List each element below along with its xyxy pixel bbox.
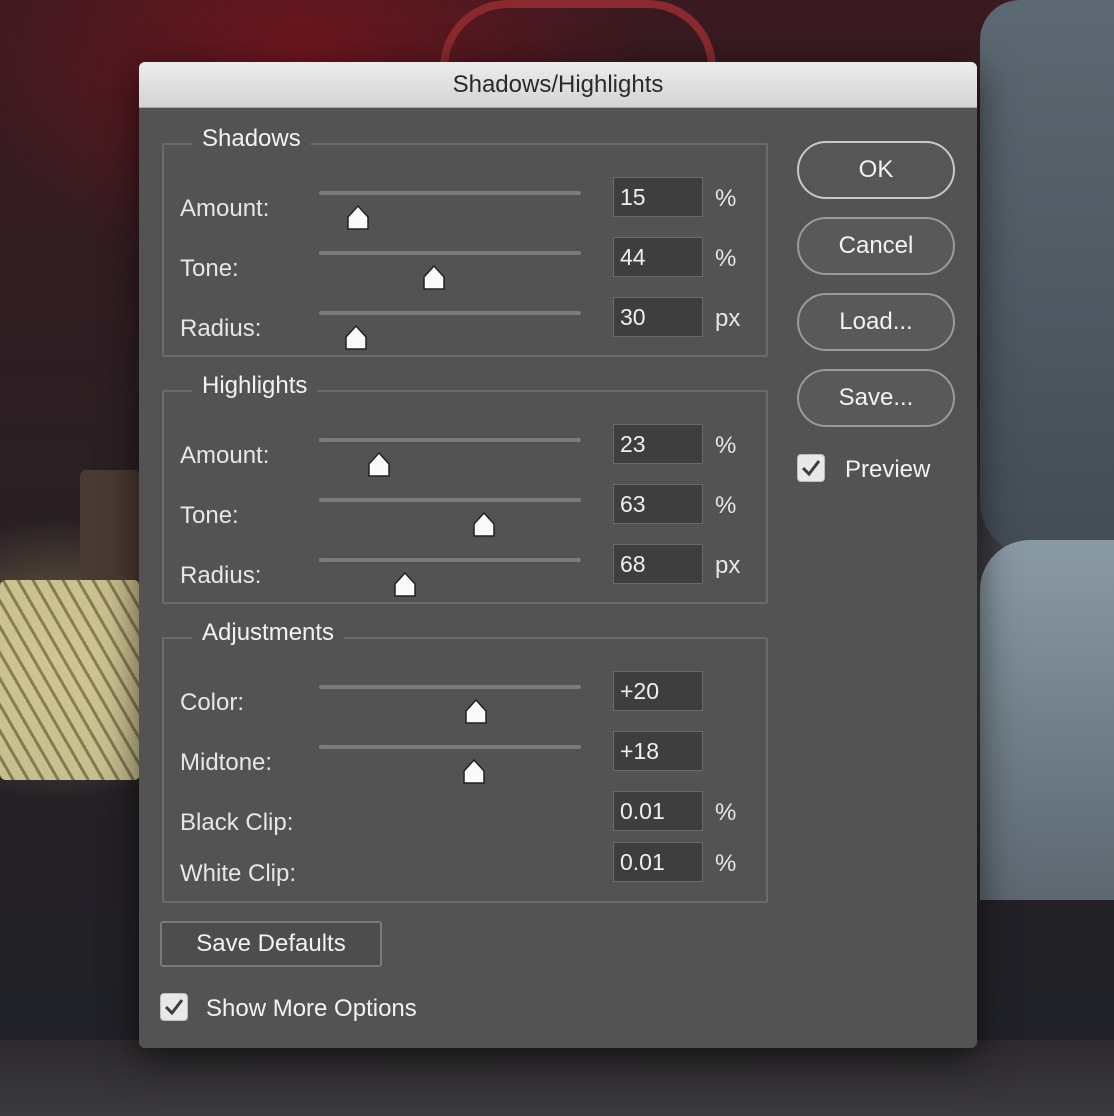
shadows-tone-thumb[interactable] <box>422 265 446 291</box>
adjustments-black-clip-input[interactable]: 0.01 <box>613 791 703 831</box>
highlights-tone-thumb[interactable] <box>472 512 496 538</box>
background-lamp-top <box>80 470 140 580</box>
highlights-amount-thumb[interactable] <box>367 452 391 478</box>
background-helmet <box>980 0 1114 560</box>
shadows-amount-label: Amount: <box>180 195 270 222</box>
adjustments-midtone-thumb[interactable] <box>462 759 486 785</box>
highlights-amount-slider[interactable] <box>319 438 581 477</box>
highlights-radius-input[interactable]: 68 <box>613 544 703 584</box>
show-more-options-checkbox[interactable] <box>160 993 188 1021</box>
preview-checkbox[interactable] <box>797 454 825 482</box>
checkmark-icon <box>164 999 184 1016</box>
highlights-radius-slider[interactable] <box>319 558 581 597</box>
adjustments-group-title: Adjustments <box>192 619 345 647</box>
adjustments-midtone-input[interactable]: +18 <box>613 731 703 771</box>
shadows-radius-label: Radius: <box>180 315 262 342</box>
background-lamp <box>0 580 140 780</box>
cancel-button[interactable]: Cancel <box>797 217 955 275</box>
shadows-tone-input[interactable]: 44 <box>613 237 703 277</box>
shadows-amount-row: Amount: 15 % <box>164 177 766 231</box>
shadows-tone-slider[interactable] <box>319 251 581 290</box>
highlights-amount-input[interactable]: 23 <box>613 424 703 464</box>
shadows-tone-unit: % <box>715 245 737 272</box>
load-button[interactable]: Load... <box>797 293 955 351</box>
adjustments-midtone-row: Midtone: +18 <box>164 731 766 785</box>
checkmark-icon <box>801 460 821 477</box>
highlights-group-title: Highlights <box>192 372 318 400</box>
shadows-amount-input[interactable]: 15 <box>613 177 703 217</box>
save-defaults-button[interactable]: Save Defaults <box>160 921 382 967</box>
shadows-group: Shadows Amount: 15 % Tone: 44 % Radius: … <box>162 125 768 357</box>
highlights-group: Highlights Amount: 23 % Tone: 63 % Radiu… <box>162 372 768 604</box>
highlights-amount-row: Amount: 23 % <box>164 424 766 478</box>
adjustments-group: Adjustments Color: +20 Midtone: +18 Blac… <box>162 619 768 903</box>
highlights-radius-thumb[interactable] <box>393 572 417 598</box>
shadows-radius-slider[interactable] <box>319 311 581 350</box>
highlights-tone-row: Tone: 63 % <box>164 484 766 538</box>
dialog-title[interactable]: Shadows/Highlights <box>139 62 977 108</box>
adjustments-color-row: Color: +20 <box>164 671 766 725</box>
shadows-amount-thumb[interactable] <box>346 205 370 231</box>
shadows-amount-slider[interactable] <box>319 191 581 230</box>
adjustments-color-slider[interactable] <box>319 685 581 724</box>
background-bottom <box>0 1040 1114 1116</box>
preview-label[interactable]: Preview <box>845 456 930 484</box>
shadows-group-title: Shadows <box>192 125 311 153</box>
adjustments-black-clip-unit: % <box>715 799 737 826</box>
adjustments-white-clip-unit: % <box>715 850 737 877</box>
save-button[interactable]: Save... <box>797 369 955 427</box>
ok-button[interactable]: OK <box>797 141 955 199</box>
background-face <box>980 540 1114 900</box>
shadows-radius-input[interactable]: 30 <box>613 297 703 337</box>
shadows-radius-unit: px <box>715 305 741 332</box>
highlights-amount-unit: % <box>715 432 737 459</box>
shadows-tone-label: Tone: <box>180 255 239 282</box>
show-more-options-label[interactable]: Show More Options <box>206 995 417 1023</box>
highlights-amount-label: Amount: <box>180 442 270 469</box>
highlights-tone-slider[interactable] <box>319 498 581 537</box>
highlights-tone-label: Tone: <box>180 502 239 529</box>
adjustments-midtone-label: Midtone: <box>180 749 273 776</box>
adjustments-color-label: Color: <box>180 689 245 716</box>
adjustments-black-clip-row: Black Clip: 0.01 % <box>164 791 766 845</box>
shadows-radius-row: Radius: 30 px <box>164 297 766 351</box>
adjustments-white-clip-input[interactable]: 0.01 <box>613 842 703 882</box>
shadows-tone-row: Tone: 44 % <box>164 237 766 291</box>
shadows-highlights-dialog: Shadows/Highlights Shadows Amount: 15 % … <box>139 62 977 1048</box>
highlights-radius-row: Radius: 68 px <box>164 544 766 598</box>
highlights-tone-unit: % <box>715 492 737 519</box>
shadows-amount-unit: % <box>715 185 737 212</box>
adjustments-white-clip-row: White Clip: 0.01 % <box>164 842 766 896</box>
adjustments-midtone-slider[interactable] <box>319 745 581 784</box>
highlights-tone-input[interactable]: 63 <box>613 484 703 524</box>
adjustments-white-clip-label: White Clip: <box>180 860 297 887</box>
highlights-radius-unit: px <box>715 552 741 579</box>
adjustments-color-input[interactable]: +20 <box>613 671 703 711</box>
adjustments-black-clip-label: Black Clip: <box>180 809 294 836</box>
highlights-radius-label: Radius: <box>180 562 262 589</box>
background-pipe <box>440 0 716 68</box>
shadows-radius-thumb[interactable] <box>344 325 368 351</box>
adjustments-color-thumb[interactable] <box>464 699 488 725</box>
